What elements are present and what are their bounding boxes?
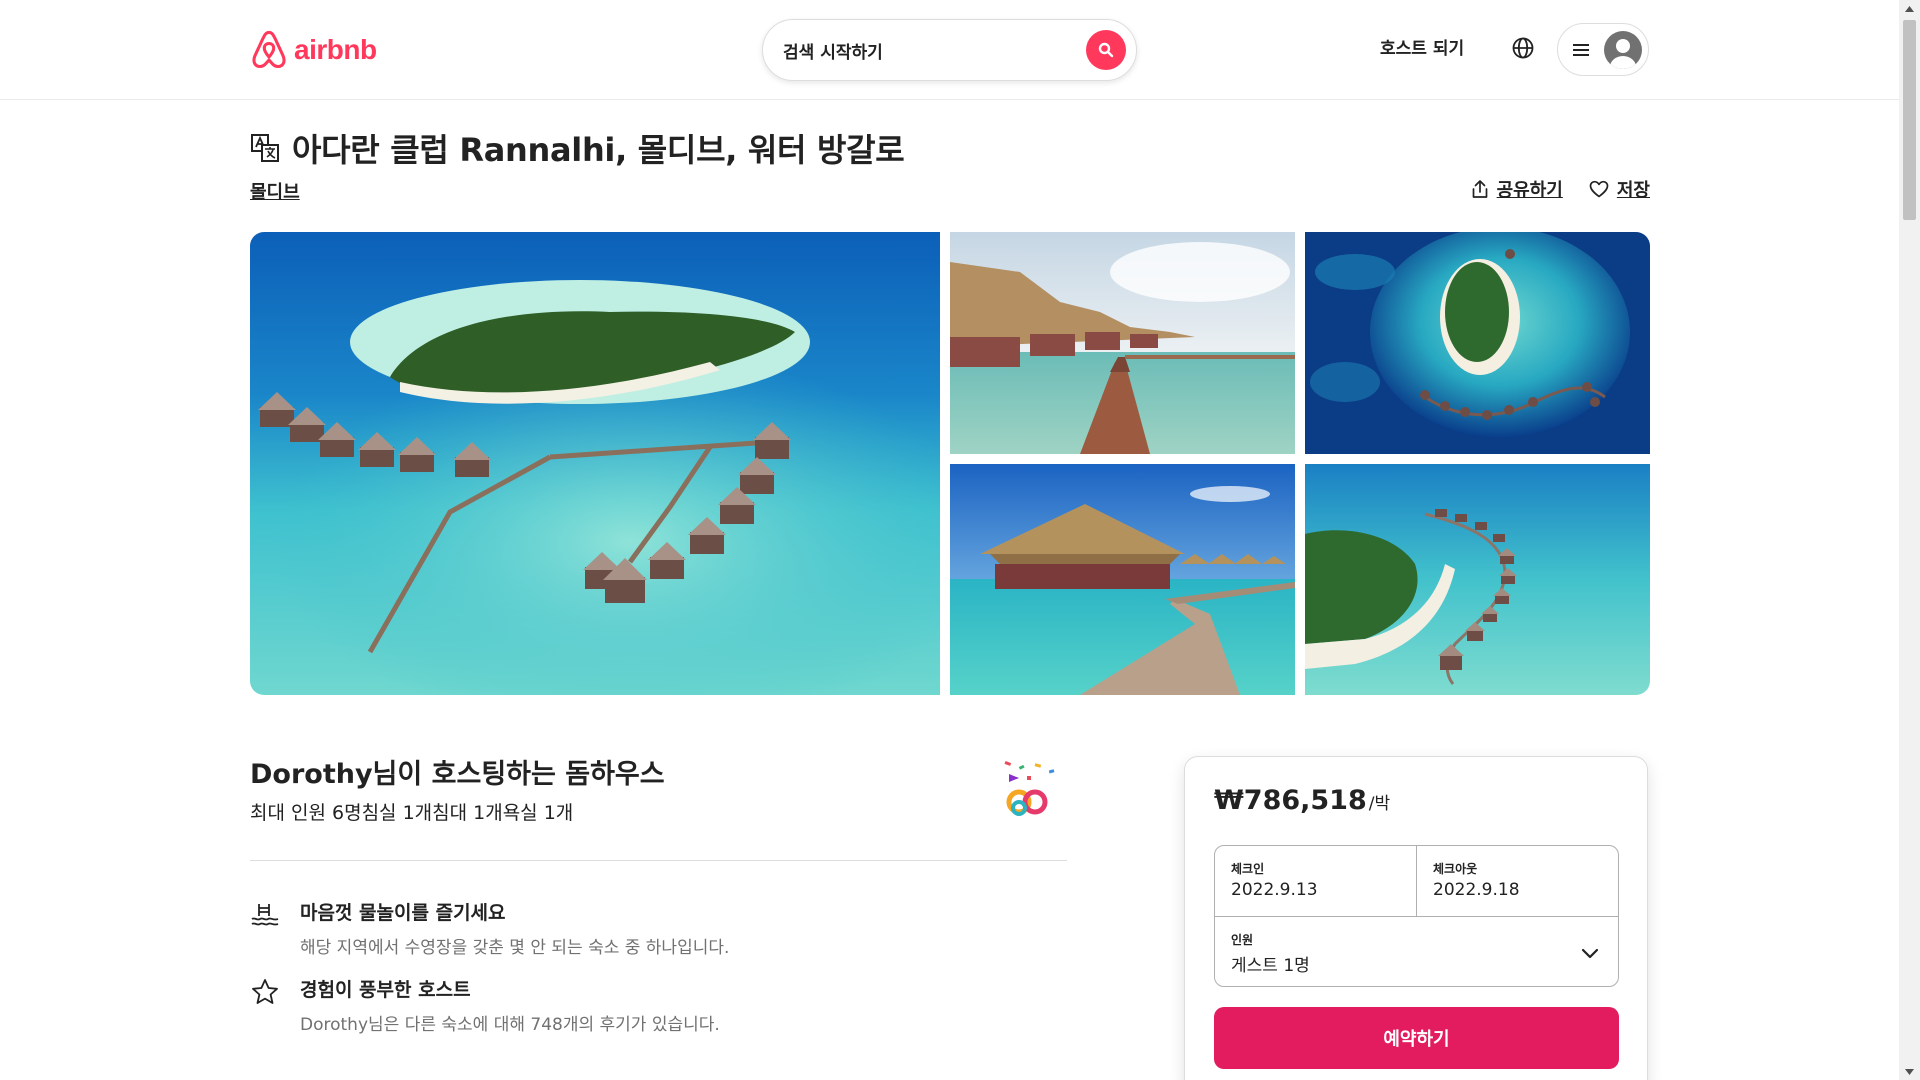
atoll-aerial-image bbox=[1305, 232, 1650, 454]
become-host-link[interactable]: 호스트 되기 bbox=[1380, 34, 1464, 64]
scrollbar-thumb[interactable] bbox=[1903, 20, 1916, 220]
feature-host-title: 경험이 풍부한 호스트 bbox=[300, 979, 471, 1001]
host-room-details: 최대 인원 6명침실 1개침대 1개욕실 1개 bbox=[250, 802, 574, 824]
user-avatar-icon bbox=[1604, 30, 1642, 69]
photo-5[interactable] bbox=[1305, 464, 1650, 695]
checkin-field[interactable]: 체크인 2022.9.13 bbox=[1215, 846, 1417, 916]
island-aerial-image bbox=[250, 232, 940, 695]
page-scrollbar[interactable] bbox=[1899, 0, 1920, 1080]
share-button[interactable]: 공유하기 bbox=[1471, 176, 1563, 202]
water-villa-pier-image bbox=[950, 464, 1295, 695]
feature-pool: 마음껏 물놀이를 즐기세요 해당 지역에서 수영장을 갖춘 몇 안 되는 숙소 … bbox=[250, 898, 729, 958]
save-button[interactable]: 저장 bbox=[1589, 176, 1650, 202]
share-label: 공유하기 bbox=[1496, 180, 1563, 201]
share-icon bbox=[1472, 180, 1487, 198]
listing-title: 아다란 클럽 Rannalhi, 몰디브, 워터 방갈로 bbox=[292, 131, 905, 169]
feature-host-text: 경험이 풍부한 호스트 Dorothy님은 다른 숙소에 대해 748개의 후기… bbox=[300, 975, 720, 1035]
checkin-label: 체크인 bbox=[1231, 862, 1265, 876]
save-label: 저장 bbox=[1616, 180, 1650, 201]
guests-label: 인원 bbox=[1231, 933, 1254, 947]
checkout-field[interactable]: 체크아웃 2022.9.18 bbox=[1417, 846, 1620, 916]
per-night-label: /박 bbox=[1368, 794, 1391, 814]
checkout-value: 2022.9.18 bbox=[1433, 880, 1520, 900]
booking-card: ₩786,518 /박 체크인 2022.9.13 체크아웃 2022.9.18… bbox=[1184, 756, 1648, 1080]
user-menu-button[interactable] bbox=[1557, 23, 1649, 76]
curved-villa-row-image bbox=[1305, 464, 1650, 695]
photo-4[interactable] bbox=[950, 464, 1295, 695]
search-button[interactable] bbox=[1086, 30, 1126, 70]
feature-experienced-host: 경험이 풍부한 호스트 Dorothy님은 다른 숙소에 대해 748개의 후기… bbox=[250, 975, 720, 1035]
checkout-label: 체크아웃 bbox=[1433, 862, 1478, 876]
feature-pool-title: 마음껏 물놀이를 즐기세요 bbox=[300, 902, 506, 924]
price-row: ₩786,518 /박 bbox=[1214, 785, 1390, 816]
top-header: airbnb 검색 시작하기 호스트 되기 bbox=[0, 0, 1899, 100]
heart-icon bbox=[1589, 180, 1609, 198]
photo-main[interactable] bbox=[250, 232, 940, 695]
hamburger-icon bbox=[1573, 43, 1589, 56]
search-placeholder: 검색 시작하기 bbox=[783, 42, 883, 63]
pool-icon bbox=[251, 904, 279, 926]
listing-actions: 공유하기 저장 bbox=[1471, 176, 1650, 202]
reserve-button[interactable]: 예약하기 bbox=[1214, 1007, 1619, 1069]
water-villa-boardwalk-image bbox=[950, 232, 1295, 454]
feature-pool-desc: 해당 지역에서 수영장을 갖춘 몇 안 되는 숙소 중 하나입니다. bbox=[300, 938, 730, 958]
photo-2[interactable] bbox=[950, 232, 1295, 454]
airbnb-logo-text: airbnb bbox=[294, 34, 377, 65]
host-badge-icon[interactable] bbox=[995, 760, 1065, 822]
section-divider bbox=[250, 860, 1067, 861]
search-icon bbox=[1098, 42, 1114, 58]
language-button[interactable] bbox=[1510, 35, 1536, 61]
scroll-up-arrow-icon[interactable] bbox=[1899, 0, 1920, 17]
guests-value: 게스트 1명 bbox=[1231, 956, 1310, 976]
star-icon bbox=[252, 979, 278, 1004]
airbnb-logo-icon bbox=[252, 30, 286, 68]
search-bar[interactable]: 검색 시작하기 bbox=[762, 19, 1137, 81]
checkin-value: 2022.9.13 bbox=[1231, 880, 1318, 900]
feature-host-desc: Dorothy님은 다른 숙소에 대해 748개의 후기가 있습니다. bbox=[300, 1015, 720, 1035]
chevron-down-icon bbox=[1581, 948, 1599, 959]
feature-pool-text: 마음껏 물놀이를 즐기세요 해당 지역에서 수영장을 갖춘 몇 안 되는 숙소 … bbox=[300, 898, 729, 958]
listing-location-link[interactable]: 몰디브 bbox=[250, 178, 300, 204]
scroll-down-arrow-icon[interactable] bbox=[1899, 1063, 1920, 1080]
nightly-price: ₩786,518 bbox=[1214, 785, 1367, 816]
guests-select[interactable]: 인원 게스트 1명 bbox=[1215, 917, 1618, 988]
globe-icon bbox=[1512, 37, 1534, 59]
host-heading: Dorothy님이 호스팅하는 돔하우스 bbox=[250, 759, 665, 790]
listing-title-row: 아다란 클럽 Rannalhi, 몰디브, 워터 방갈로 bbox=[250, 125, 905, 171]
photo-3[interactable] bbox=[1305, 232, 1650, 454]
booking-inputs: 체크인 2022.9.13 체크아웃 2022.9.18 인원 게스트 1명 bbox=[1214, 845, 1619, 987]
photo-gallery bbox=[250, 232, 1650, 695]
airbnb-logo[interactable]: airbnb bbox=[250, 29, 377, 71]
translate-icon[interactable] bbox=[250, 133, 280, 163]
